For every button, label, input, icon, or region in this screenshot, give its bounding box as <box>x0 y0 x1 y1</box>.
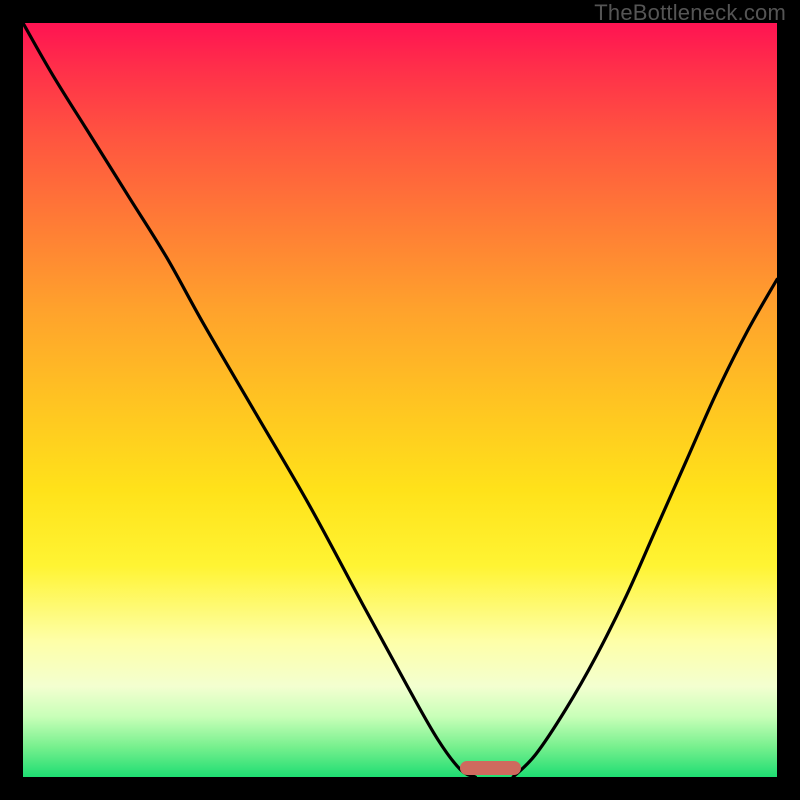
left-curve <box>23 23 475 777</box>
right-curve <box>513 279 777 777</box>
curve-layer <box>23 23 777 777</box>
watermark-text: TheBottleneck.com <box>594 0 786 26</box>
plot-area <box>23 23 777 777</box>
bottleneck-marker <box>460 761 520 775</box>
chart-frame <box>12 12 788 788</box>
